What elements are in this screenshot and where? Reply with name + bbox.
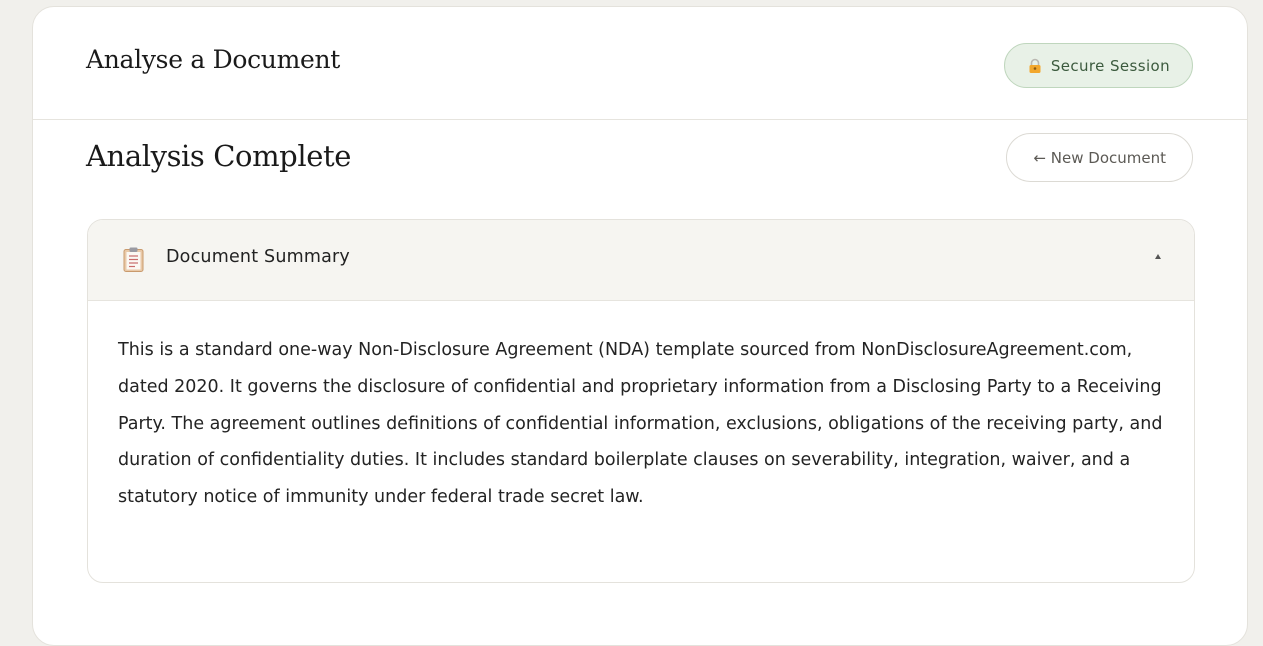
main-card: Analyse a Document Secure Session Analys… [32, 6, 1248, 646]
page-header: Analyse a Document Secure Session [33, 7, 1247, 120]
document-summary-text: This is a standard one-way Non-Disclosur… [118, 340, 1163, 508]
section-title: Analysis Complete [86, 139, 351, 173]
secure-session-badge: Secure Session [1003, 43, 1193, 88]
clipboard-icon [123, 247, 144, 272]
document-summary-title: Document Summary [166, 247, 350, 267]
new-document-label: ← New Document [1033, 148, 1166, 167]
collapse-triangle-icon[interactable] [1155, 254, 1161, 259]
page-title: Analyse a Document [86, 45, 341, 74]
lock-icon [1027, 58, 1043, 74]
new-document-button[interactable]: ← New Document [1006, 133, 1193, 182]
document-summary-header[interactable]: Document Summary [88, 220, 1194, 301]
document-summary-panel: Document Summary This is a standard one-… [87, 219, 1195, 583]
secure-session-label: Secure Session [1050, 56, 1170, 75]
